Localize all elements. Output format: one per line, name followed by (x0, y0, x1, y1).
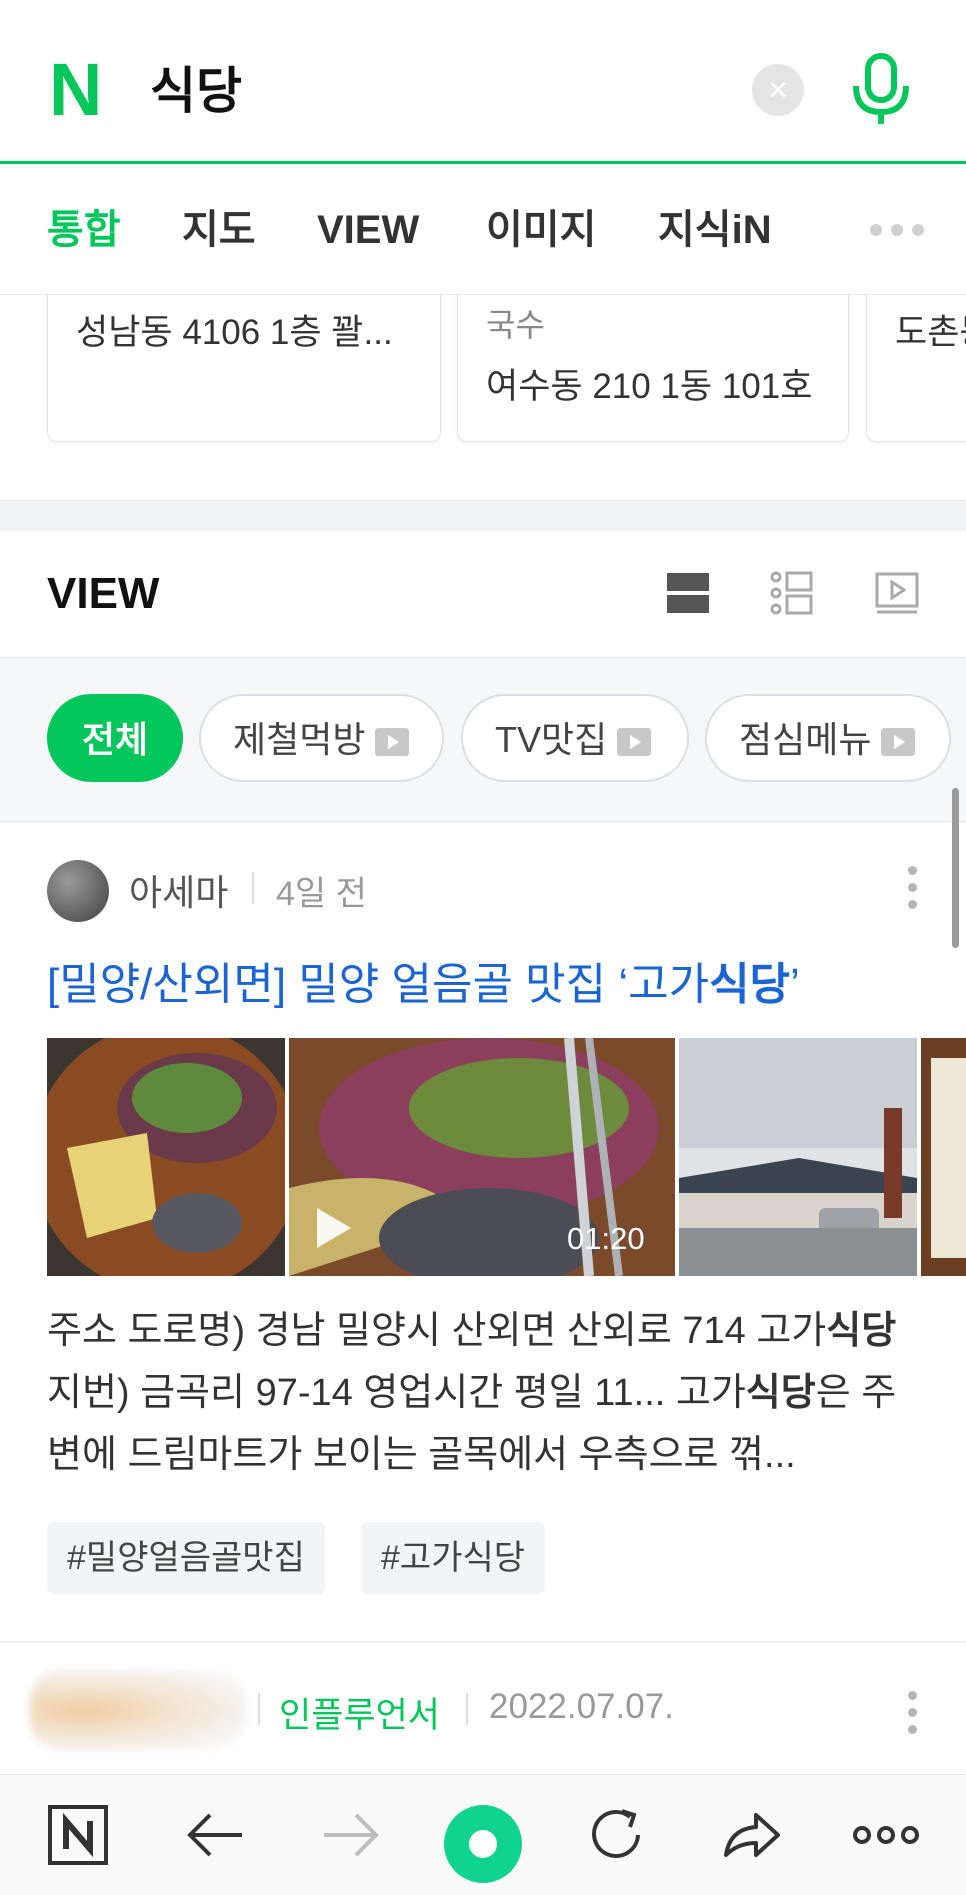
view-post: 아세마 4일 전 [밀양/산외면] 밀양 얼음골 맛집 ‘고가식당’ 01:20 (0, 822, 966, 1642)
video-badge-icon (617, 728, 652, 757)
filter-chip[interactable]: TV맛집 (461, 694, 689, 782)
separator (252, 872, 254, 904)
tab-knowledge-in[interactable]: 지식iN (658, 202, 772, 258)
detail-view-icon[interactable] (767, 569, 815, 617)
more-options-icon[interactable] (908, 866, 920, 917)
separator (466, 1693, 468, 1725)
view-section-header: VIEW (0, 531, 966, 658)
post-title-text: ’ (790, 960, 800, 1009)
hashtag[interactable]: #고가식당 (361, 1522, 546, 1594)
snippet-highlight: 식당 (826, 1310, 897, 1352)
reload-icon[interactable] (578, 1797, 654, 1873)
food-plate-image[interactable] (47, 1038, 285, 1276)
more-options-icon[interactable] (908, 1691, 920, 1742)
microphone-icon[interactable] (848, 52, 914, 128)
video-badge-icon (881, 728, 916, 757)
filter-chip-all[interactable]: 전체 (47, 694, 183, 782)
video-badge-icon (375, 728, 410, 757)
place-address: 성남동 4106 1층 꽐... (76, 313, 393, 352)
restaurant-exterior-image[interactable] (679, 1038, 917, 1276)
influencer-badge: 인플루언서 (279, 1696, 441, 1735)
post-title-highlight: 식당 (709, 960, 791, 1009)
post-title-text: [밀양/산외면] 밀양 얼음골 맛집 ‘고가 (47, 960, 710, 1009)
video-view-icon[interactable] (874, 569, 922, 617)
place-address: 도촌동 (895, 313, 966, 352)
snippet-highlight: 식당 (745, 1372, 816, 1414)
place-category: 국수 (486, 307, 545, 343)
place-address: 여수동 210 1동 101호 (486, 367, 813, 406)
search-header: N 식당 × (0, 0, 966, 164)
filter-chip[interactable]: 점심메뉴 (705, 694, 951, 782)
place-card[interactable]: 도촌동 (866, 295, 966, 442)
section-divider (0, 500, 966, 532)
place-card-carousel: 성남동 4106 1층 꽐... 국수 여수동 210 1동 101호 도촌동 (0, 295, 966, 500)
tabs-more-icon[interactable] (870, 223, 933, 241)
filter-chip[interactable]: 제철먹방 (199, 694, 444, 782)
share-icon[interactable] (712, 1797, 788, 1873)
back-icon[interactable] (178, 1797, 254, 1873)
place-card[interactable]: 성남동 4106 1층 꽐... (47, 295, 441, 442)
search-input[interactable]: 식당 (150, 56, 242, 126)
menu-board-image[interactable] (921, 1038, 966, 1276)
post-date: 2022.07.07. (489, 1687, 674, 1726)
green-dot-icon[interactable] (444, 1805, 522, 1883)
blurred-author[interactable] (30, 1670, 245, 1750)
tab-image[interactable]: 이미지 (486, 202, 596, 258)
view-section-title: VIEW (47, 569, 160, 618)
video-duration: 01:20 (567, 1221, 645, 1256)
tab-view[interactable]: VIEW (317, 202, 419, 258)
snippet-text: 주소 도로명) 경남 밀양시 산외면 산외로 714 고가 (47, 1310, 827, 1352)
filter-chip-label: 점심메뉴 (739, 719, 872, 760)
next-post-header: 인플루언서 2022.07.07. (0, 1643, 966, 1773)
tab-integrated[interactable]: 통합 (47, 202, 121, 258)
more-icon[interactable] (848, 1797, 924, 1873)
clear-search-button[interactable]: × (752, 64, 804, 116)
list-view-icon[interactable] (665, 569, 713, 617)
hashtag[interactable]: #밀양얼음골맛집 (47, 1522, 325, 1594)
post-author[interactable]: 아세마 (129, 864, 228, 916)
filter-chip-bar: 전체 제철먹방 TV맛집 점심메뉴 (0, 658, 966, 822)
forward-icon[interactable] (312, 1797, 388, 1873)
post-snippet[interactable]: 주소 도로명) 경남 밀양시 산외면 산외로 714 고가식당 지번) 금곡리 … (47, 1300, 927, 1486)
post-thumbnails: 01:20 (47, 1038, 966, 1276)
tab-map[interactable]: 지도 (182, 202, 256, 258)
snippet-text: 지번) 금곡리 97-14 영업시간 평일 11... 고가 (47, 1372, 746, 1414)
play-icon[interactable] (307, 1203, 357, 1253)
naver-home-icon[interactable] (40, 1797, 116, 1873)
scrollbar[interactable] (952, 788, 959, 948)
filter-chip-label: 제철먹방 (233, 719, 366, 760)
naver-logo[interactable]: N (49, 53, 115, 127)
close-icon: × (768, 71, 788, 109)
search-tabs: 통합 지도 VIEW 이미지 지식iN (0, 164, 966, 295)
filter-chip-label: TV맛집 (495, 719, 608, 760)
separator (258, 1693, 260, 1725)
place-card[interactable]: 국수 여수동 210 1동 101호 (457, 295, 849, 442)
post-date: 4일 전 (276, 875, 367, 913)
browser-bottom-bar (0, 1774, 966, 1895)
avatar[interactable] (47, 860, 109, 922)
post-title[interactable]: [밀양/산외면] 밀양 얼음골 맛집 ‘고가식당’ (47, 948, 800, 1012)
